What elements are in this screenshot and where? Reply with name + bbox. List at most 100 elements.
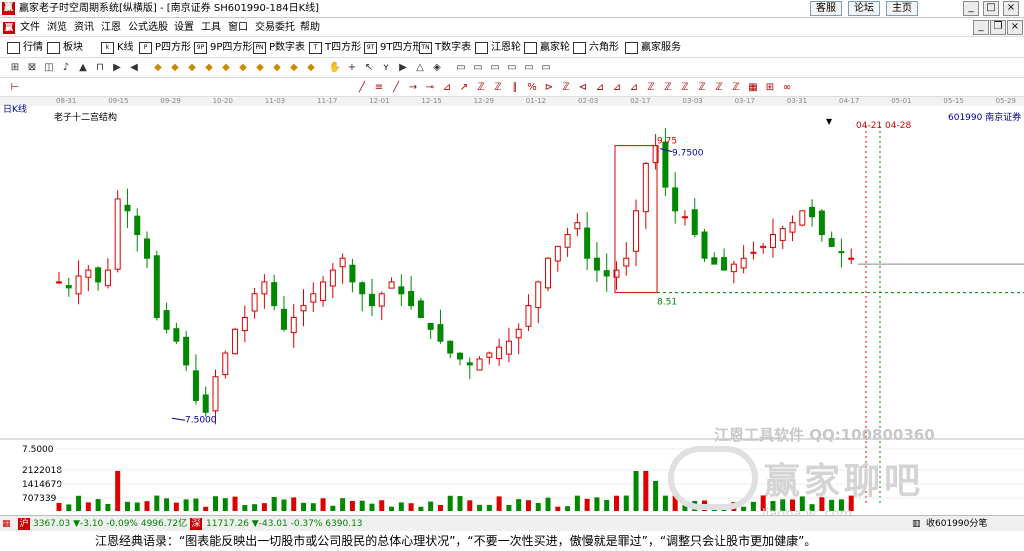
mdi-close-icon[interactable]: × <box>1007 20 1023 35</box>
toolbar-12-button[interactable]: 赢家服务 <box>624 40 681 56</box>
tool-12-icon[interactable]: ◆ <box>219 61 233 75</box>
toolbar-8-button[interactable]: TN T数字表 <box>418 40 471 56</box>
mdi-minimize-icon[interactable]: _ <box>973 20 989 35</box>
tool-17-icon[interactable]: ◆ <box>304 61 318 75</box>
toolbar-7-button[interactable]: 9T 9T四方形 <box>363 40 422 56</box>
draw-22-icon[interactable]: ℤ <box>712 81 726 95</box>
tool-2-icon[interactable]: ◫ <box>42 61 56 75</box>
draw-20-icon[interactable]: ℤ <box>678 81 692 95</box>
draw-15-icon[interactable]: ⊿ <box>593 81 607 95</box>
tool-19-icon[interactable]: + <box>345 61 359 75</box>
tool-11-icon[interactable]: ◆ <box>202 61 216 75</box>
home-button[interactable]: 主页 <box>886 1 918 16</box>
tool-23-icon[interactable]: △ <box>413 61 427 75</box>
support-button[interactable]: 客服 <box>810 1 842 16</box>
tool-15-icon[interactable]: ◆ <box>270 61 284 75</box>
menu-file[interactable]: 文件 <box>20 20 40 36</box>
menu-settings[interactable]: 设置 <box>174 20 194 36</box>
tool-20-icon[interactable]: ↖ <box>362 61 376 75</box>
sh-badge-icon: 沪 <box>18 518 30 530</box>
draw-25-icon[interactable]: ⊞ <box>763 81 777 95</box>
draw-5-icon[interactable]: ⊸ <box>423 81 437 95</box>
tick-detail-label[interactable]: 收601990分笔 <box>926 517 987 531</box>
tool-0-icon[interactable]: ⊞ <box>8 61 22 75</box>
tool-22-icon[interactable]: ▶ <box>396 61 410 75</box>
draw-19-icon[interactable]: ℤ <box>661 81 675 95</box>
draw-24-icon[interactable]: ▦ <box>746 81 760 95</box>
tool-4-icon[interactable]: ▲ <box>76 61 90 75</box>
draw-4-icon[interactable]: → <box>406 81 420 95</box>
tool-7-icon[interactable]: ◀ <box>127 61 141 75</box>
menu-gann[interactable]: 江恩 <box>101 20 121 36</box>
draw-9-icon[interactable]: ℤ <box>491 81 505 95</box>
volume-bar <box>164 498 170 511</box>
tool-30-icon[interactable]: ▭ <box>539 61 553 75</box>
draw-13-icon[interactable]: ℤ <box>559 81 573 95</box>
tool-3-icon[interactable]: ♪ <box>59 61 73 75</box>
tool-1-icon[interactable]: ⊠ <box>25 61 39 75</box>
draw-7-icon[interactable]: ↗ <box>457 81 471 95</box>
menu-formula[interactable]: 公式选股 <box>128 20 168 36</box>
candle-body <box>65 285 72 289</box>
tool-9-icon[interactable]: ◆ <box>168 61 182 75</box>
draw-10-icon[interactable]: ∥ <box>508 81 522 95</box>
tool-8-icon[interactable]: ◆ <box>151 61 165 75</box>
tool-18-icon[interactable]: ✋ <box>328 61 342 75</box>
draw-21-icon[interactable]: ℤ <box>695 81 709 95</box>
toolbar-6-button[interactable]: T T四方形 <box>308 40 361 56</box>
tool-13-icon[interactable]: ◆ <box>236 61 250 75</box>
candle-body <box>564 234 571 248</box>
toolbar-4-button[interactable]: 9P 9P四方形 <box>193 40 252 56</box>
tool-10-icon[interactable]: ◆ <box>185 61 199 75</box>
toolbar-5-button[interactable]: PN P数字表 <box>252 40 305 56</box>
volume-bar <box>496 496 502 511</box>
draw-17-icon[interactable]: ⊿ <box>627 81 641 95</box>
toolbar-0-button[interactable]: 行情 <box>6 40 43 56</box>
tool-6-icon[interactable]: ▶ <box>110 61 124 75</box>
draw-6-icon[interactable]: ⊿ <box>440 81 454 95</box>
dropdown-icon: ▼ <box>826 117 833 126</box>
draw-12-icon[interactable]: ⊳ <box>542 81 556 95</box>
toolbar-2-button[interactable]: k K线 <box>100 40 134 56</box>
draw-18-icon[interactable]: ℤ <box>644 81 658 95</box>
draw-2-icon[interactable]: ≡ <box>372 81 386 95</box>
draw-23-icon[interactable]: ℤ <box>729 81 743 95</box>
tool-29-icon[interactable]: ▭ <box>522 61 536 75</box>
draw-8-icon[interactable]: ℤ <box>474 81 488 95</box>
draw-26-icon[interactable]: ∞ <box>780 81 794 95</box>
kline-chart[interactable]: 9.75 9.7500 8.51 7.5000 04-21 04-28 ▼ 7.5000 21… <box>0 106 1024 511</box>
tool-21-icon[interactable]: ʏ <box>379 61 393 75</box>
close-icon[interactable]: × <box>1003 1 1019 16</box>
draw-3-icon[interactable]: ╱ <box>389 81 403 95</box>
tool-24-icon[interactable]: ◈ <box>430 61 444 75</box>
candle-body <box>828 237 835 247</box>
toolbar-1-button[interactable]: 板块 <box>46 40 83 56</box>
toolbar-3-button[interactable]: P P四方形 <box>138 40 191 56</box>
menu-trade[interactable]: 交易委托 <box>255 20 295 36</box>
tool-27-icon[interactable]: ▭ <box>488 61 502 75</box>
draw-11-icon[interactable]: % <box>525 81 539 95</box>
menu-tools[interactable]: 工具 <box>201 20 221 36</box>
maximize-icon[interactable]: □ <box>983 1 999 16</box>
menu-info[interactable]: 资讯 <box>74 20 94 36</box>
tool-28-icon[interactable]: ▭ <box>505 61 519 75</box>
draw-0-icon[interactable]: ⊢ <box>8 81 22 95</box>
tool-5-icon[interactable]: ⊓ <box>93 61 107 75</box>
mdi-restore-icon[interactable]: ❐ <box>990 20 1006 35</box>
draw-16-icon[interactable]: ⊿ <box>610 81 624 95</box>
toolbar-wheel-icon <box>524 42 537 54</box>
tool-26-icon[interactable]: ▭ <box>471 61 485 75</box>
forum-button[interactable]: 论坛 <box>848 1 880 16</box>
draw-14-icon[interactable]: ⊲ <box>576 81 590 95</box>
menu-help[interactable]: 帮助 <box>300 20 320 36</box>
menu-browse[interactable]: 浏览 <box>47 20 67 36</box>
minimize-icon[interactable]: _ <box>963 1 979 16</box>
tool-16-icon[interactable]: ◆ <box>287 61 301 75</box>
draw-1-icon[interactable]: ╱ <box>355 81 369 95</box>
toolbar-11-button[interactable]: 六角形 <box>572 40 619 56</box>
tool-14-icon[interactable]: ◆ <box>253 61 267 75</box>
tool-25-icon[interactable]: ▭ <box>454 61 468 75</box>
toolbar-9-button[interactable]: 江恩轮 <box>474 40 521 56</box>
menu-window[interactable]: 窗口 <box>228 20 248 36</box>
toolbar-10-button[interactable]: 赢家轮 <box>523 40 570 56</box>
